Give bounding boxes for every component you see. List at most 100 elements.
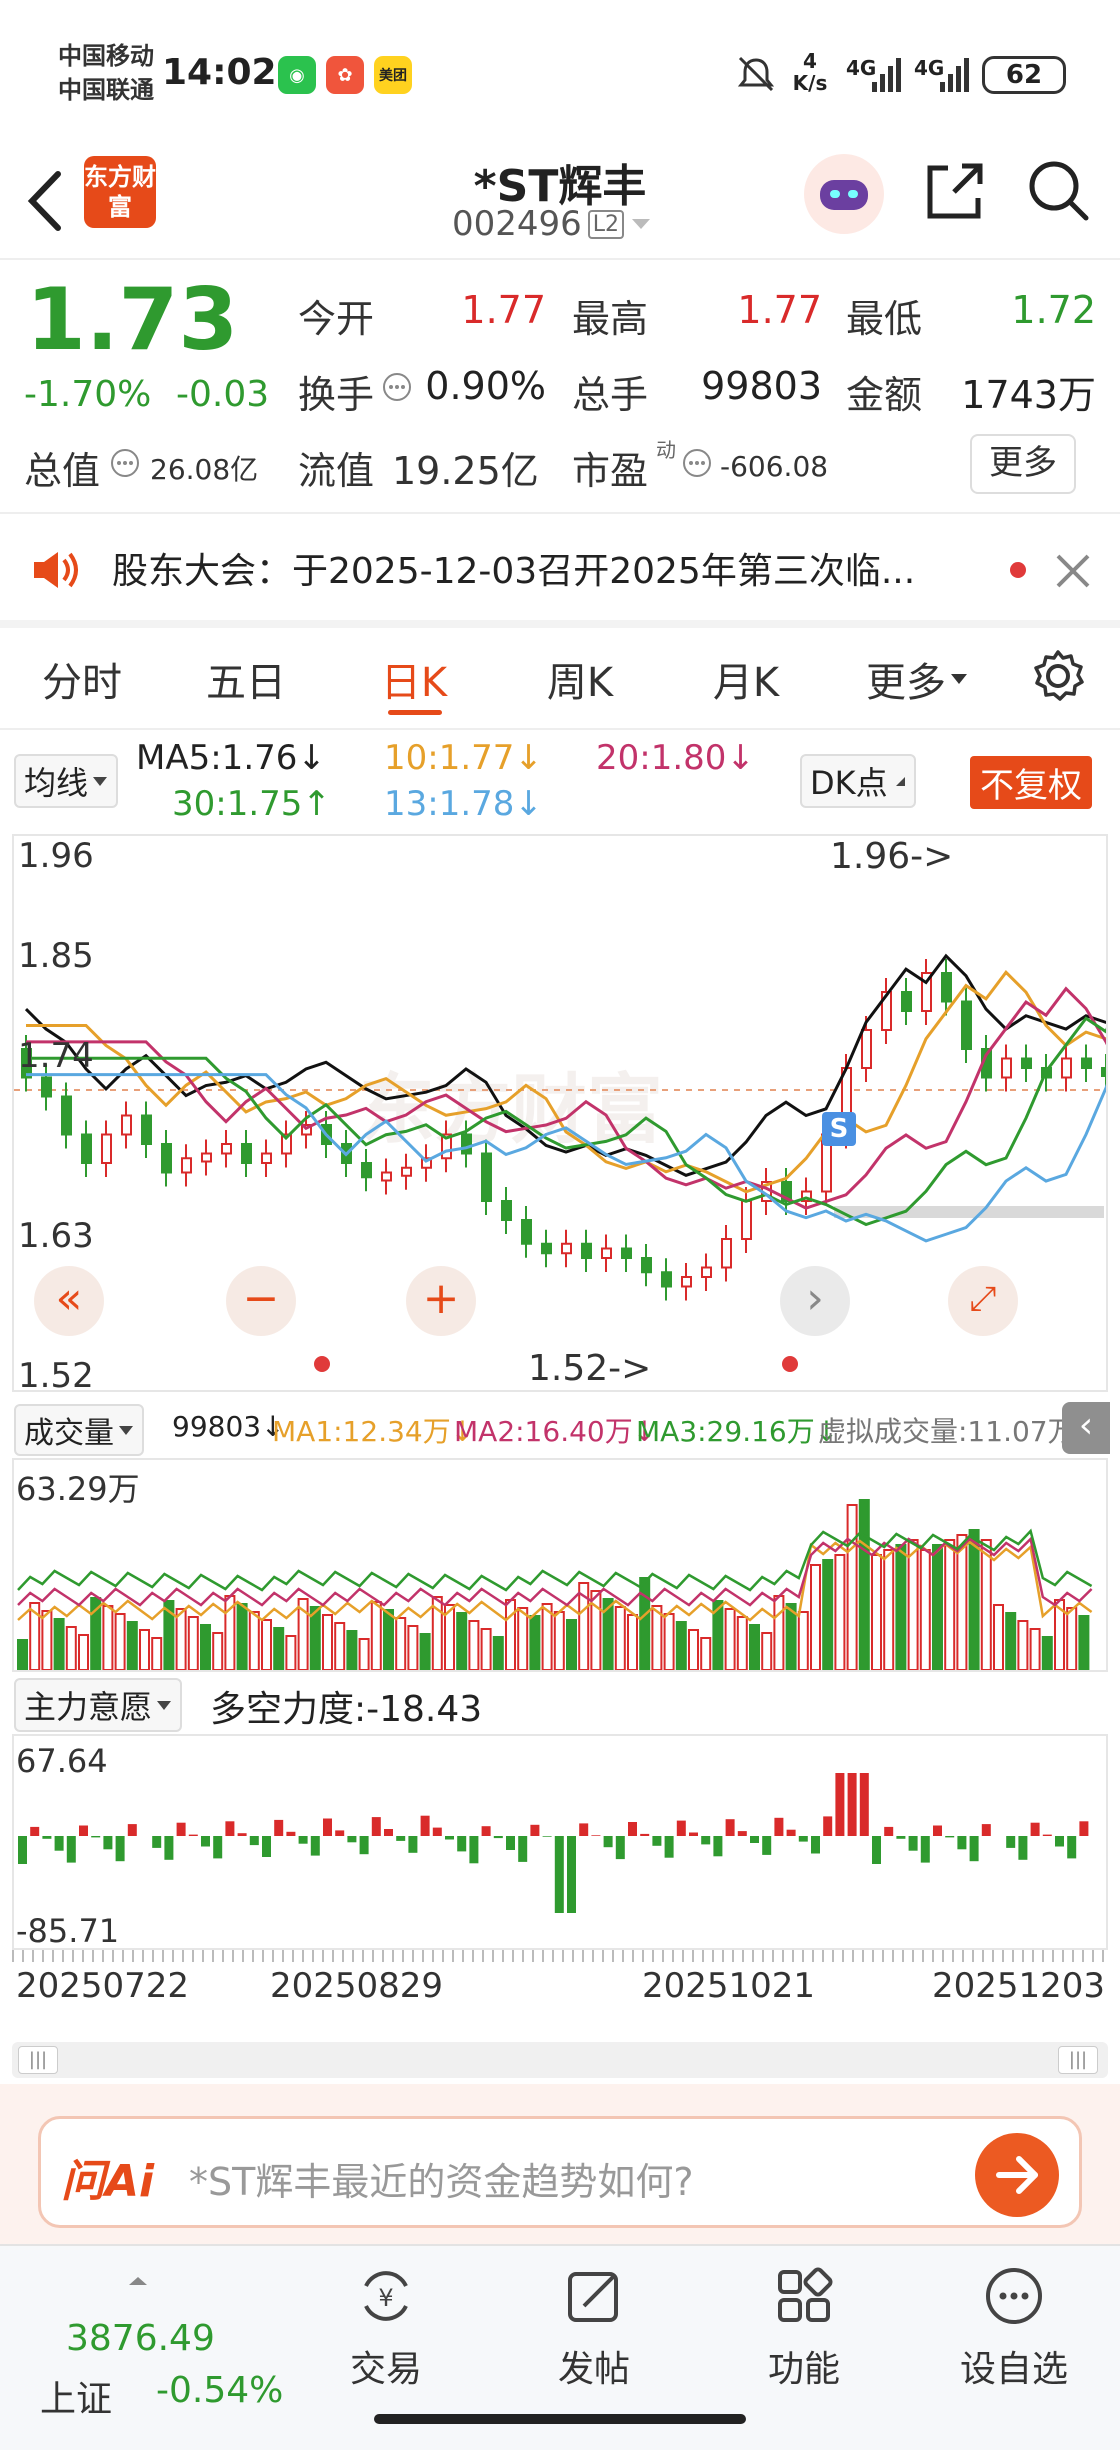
kline-chart[interactable]: 东方财富 1.96 1.85 1.74 1.63 1.52 1.96-> 1.5…: [12, 834, 1108, 1396]
ai-robot-avatar[interactable]: [804, 154, 884, 234]
settings-gear-icon[interactable]: [1028, 646, 1088, 706]
tab-intraday[interactable]: 分时: [20, 650, 144, 708]
signal-s-badge[interactable]: S: [822, 1112, 856, 1146]
scroll-handle-left[interactable]: |||: [18, 2046, 58, 2074]
back-icon[interactable]: [22, 166, 66, 236]
candle: [541, 1242, 552, 1255]
volume-value: 99803↓: [172, 1410, 285, 1443]
chevron-right-icon: ›: [806, 1273, 824, 1324]
meituan-icon: 美团: [374, 56, 412, 94]
kline-plot: 东方财富: [14, 953, 1106, 1301]
info-dots-icon[interactable]: [682, 448, 712, 478]
tab-five-day[interactable]: 五日: [184, 650, 308, 708]
force-bar: [957, 1836, 967, 1850]
expand-icon: ⤢: [969, 1279, 997, 1319]
notice-bar[interactable]: 股东大会：于2025-12-03召开2025年第三次临...: [0, 514, 1120, 622]
nav-functions[interactable]: 功能: [742, 2264, 866, 2392]
force-legend: 主力意愿 多空力度:-18.43: [0, 1672, 1120, 1732]
share-icon[interactable]: [920, 156, 990, 226]
force-bar: [286, 1831, 296, 1836]
home-indicator: [374, 2414, 746, 2424]
nav-functions-label: 功能: [767, 2349, 840, 2390]
candle: [661, 1271, 672, 1288]
ai-prompt-box[interactable]: 问Ai *ST辉丰最近的资金趋势如何?: [38, 2116, 1082, 2228]
volume-selector[interactable]: 成交量: [14, 1404, 144, 1456]
force-plot: [18, 1773, 1089, 1913]
app-logo[interactable]: 东方财富: [84, 156, 156, 228]
volume-bar: [700, 1637, 712, 1670]
force-bar: [1018, 1836, 1028, 1860]
volume-bar: [419, 1633, 431, 1670]
volume-bar: [932, 1544, 943, 1670]
candle: [121, 1114, 132, 1136]
tab-weekly-k[interactable]: 周K: [518, 650, 642, 708]
pe-value: -606.08: [720, 450, 829, 483]
nav-post[interactable]: 发帖: [532, 2264, 656, 2392]
nav-watchlist[interactable]: 设自选: [952, 2264, 1076, 2392]
tab-more[interactable]: 更多: [866, 650, 968, 708]
force-bar: [1079, 1821, 1089, 1836]
caret-up-icon: [129, 2277, 147, 2285]
volume-bar: [334, 1622, 346, 1670]
force-bar: [896, 1836, 906, 1839]
volume-bar: [236, 1603, 248, 1670]
side-panel-toggle[interactable]: ‹: [1062, 1402, 1110, 1454]
adjust-toggle[interactable]: 不复权: [970, 756, 1092, 809]
force-bar: [786, 1829, 796, 1836]
close-icon[interactable]: [1054, 552, 1092, 590]
grid-apps-icon: [778, 2267, 833, 2322]
dk-point-selector[interactable]: DK点: [800, 754, 916, 808]
unread-dot: [1010, 562, 1026, 578]
force-bar: [1067, 1836, 1077, 1859]
force-bar: [506, 1836, 515, 1850]
force-bar: [798, 1836, 808, 1842]
force-bar: [615, 1836, 625, 1860]
volume-bar: [285, 1635, 297, 1670]
chevron-down-icon: [157, 1701, 172, 1710]
volume-bar: [1017, 1620, 1029, 1670]
fullscreen-button[interactable]: ⤢: [948, 1266, 1018, 1336]
info-dots-icon[interactable]: [382, 372, 412, 402]
scroll-left-button[interactable]: «: [34, 1266, 104, 1336]
chevron-down-icon: [632, 219, 651, 229]
force-chart[interactable]: 67.64 -85.71: [12, 1734, 1108, 1950]
search-icon[interactable]: [1024, 156, 1094, 226]
indicator-selector[interactable]: 均线: [14, 754, 119, 808]
tab-monthly-k[interactable]: 月K: [684, 650, 808, 708]
index-widget[interactable]: 3876.49 上证 -0.54%: [40, 2276, 300, 2420]
force-bar: [835, 1773, 845, 1836]
force-bar: [127, 1824, 137, 1836]
nav-post-label: 发帖: [557, 2349, 630, 2390]
title-bar: 东方财富 *ST辉丰 002496 L2: [0, 150, 1120, 258]
zoom-out-button[interactable]: −: [226, 1266, 296, 1336]
ma20-label: 20:1.80↓: [596, 738, 755, 778]
volume-chart[interactable]: 63.29万: [12, 1458, 1108, 1672]
candle: [381, 1171, 392, 1182]
status-bar: 中国移动 中国联通 14:02 ◉ ✿ 美团 4 K/s 4G 4G 62: [0, 0, 1120, 150]
scroll-handle-right[interactable]: |||: [1058, 2046, 1098, 2074]
level-badge: L2: [587, 209, 625, 239]
candle: [721, 1238, 732, 1269]
force-bar: [42, 1836, 52, 1839]
info-dots-icon[interactable]: [110, 448, 140, 478]
force-selector[interactable]: 主力意愿: [14, 1678, 183, 1732]
volume-bar: [480, 1628, 492, 1670]
ai-submit-button[interactable]: [975, 2133, 1059, 2217]
candle: [61, 1095, 72, 1136]
scroll-right-button[interactable]: ›: [780, 1266, 850, 1336]
net-speed: 4 K/s: [792, 49, 828, 95]
amount-label: 金额: [846, 373, 923, 417]
chart-scrollbar[interactable]: ||| |||: [12, 2042, 1108, 2078]
notice-text: 股东大会：于2025-12-03召开2025年第三次临...: [112, 551, 916, 592]
stock-code-row[interactable]: 002496 L2: [452, 204, 652, 244]
volume-plot: [17, 1499, 1093, 1670]
volume-bar: [1005, 1612, 1017, 1670]
high-marker: 1.96->: [830, 836, 954, 877]
nav-trade[interactable]: ¥ 交易: [324, 2264, 448, 2392]
tab-daily-k[interactable]: 日K: [352, 650, 476, 708]
volume-bar: [151, 1637, 163, 1670]
total-value: 26.08亿: [150, 453, 259, 486]
volume-bar: [41, 1610, 53, 1670]
zoom-in-button[interactable]: +: [406, 1266, 476, 1336]
more-button[interactable]: 更多: [970, 434, 1076, 494]
